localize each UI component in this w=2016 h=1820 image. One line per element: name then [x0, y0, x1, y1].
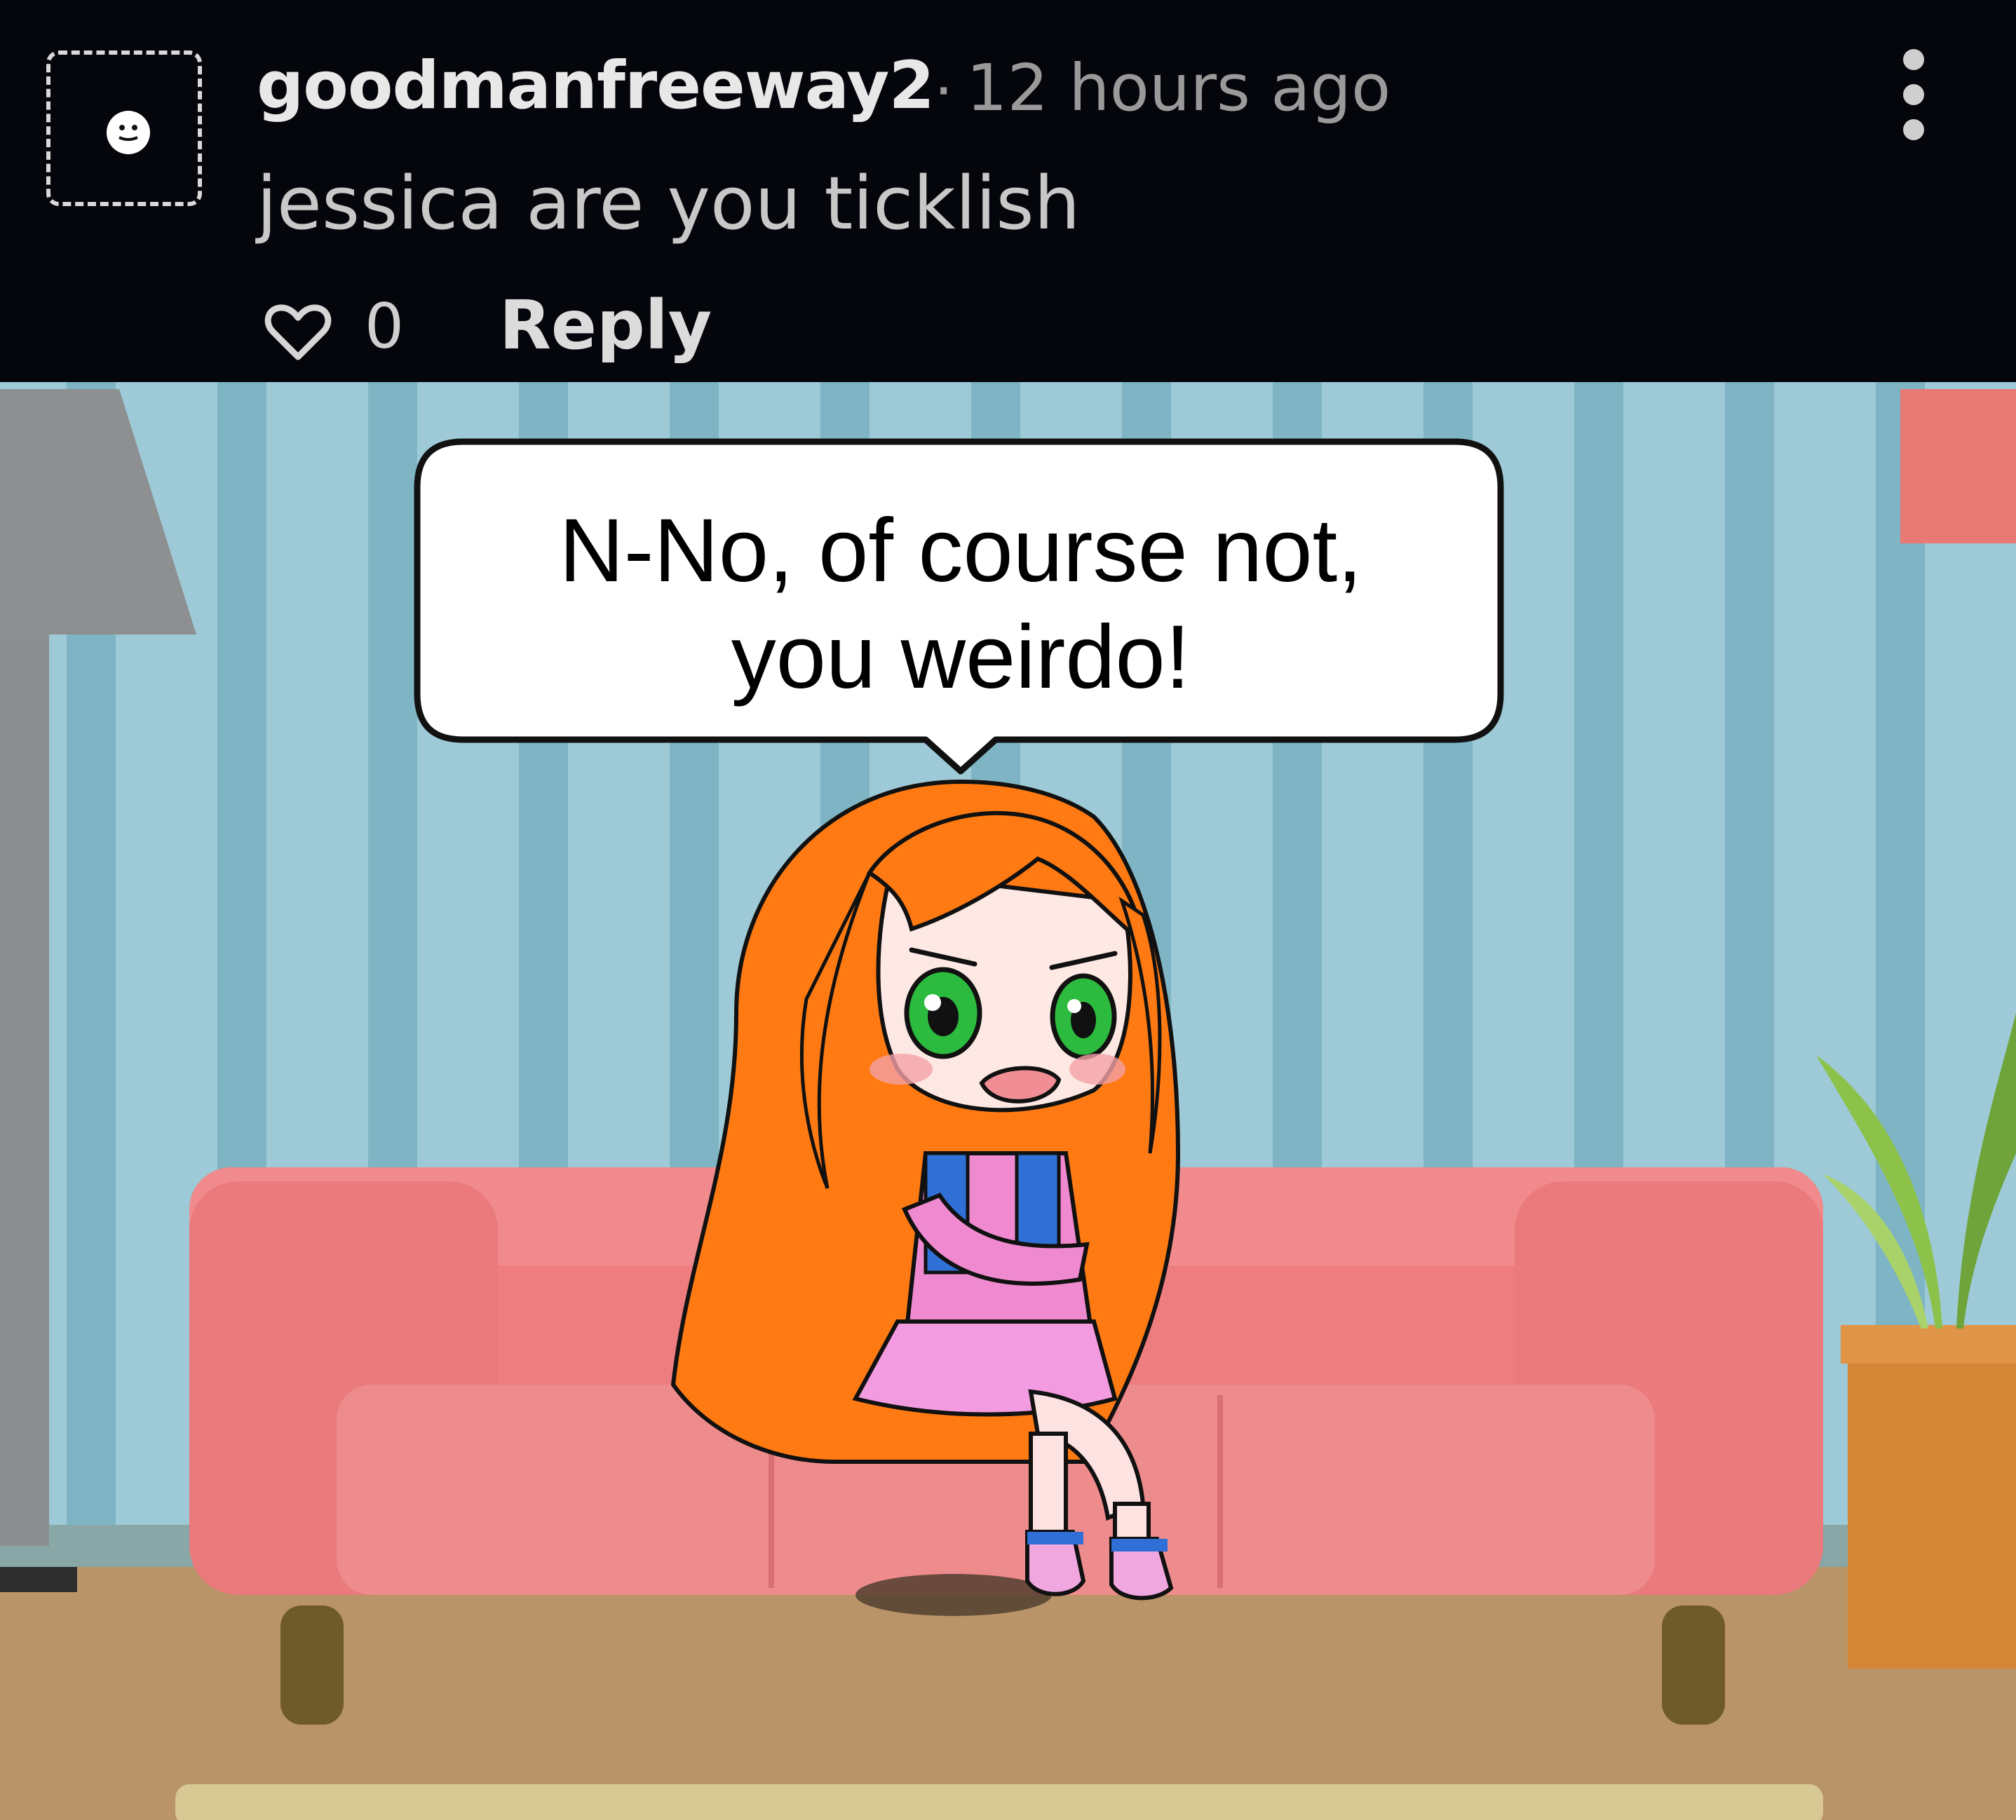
- speech-bubble-text: N-No, of course not, you weirdo!: [421, 498, 1501, 711]
- heart-outline-icon: [264, 304, 332, 360]
- speech-bubble-line-2: you weirdo!: [731, 607, 1191, 707]
- comment-body: jessica are you ticklish: [257, 161, 1081, 246]
- attached-image: N-No, of course not, you weirdo!: [0, 382, 2016, 1820]
- user-avatar[interactable]: [46, 50, 202, 206]
- smiley-avatar-icon: [107, 111, 150, 154]
- comment-timestamp: 12 hours ago: [966, 50, 1391, 125]
- like-button[interactable]: [263, 298, 333, 368]
- comment-header: goodmanfreeway2 · 12 hours ago jessica a…: [0, 0, 2016, 382]
- reply-button[interactable]: Reply: [499, 292, 712, 359]
- speech-bubble-line-1: N-No, of course not,: [559, 501, 1362, 601]
- like-count: 0: [365, 290, 404, 362]
- more-options-button[interactable]: [1886, 42, 1942, 147]
- comment-username[interactable]: goodmanfreeway2: [257, 53, 935, 119]
- more-vertical-icon: [1903, 49, 1924, 70]
- meta-separator: ·: [933, 49, 955, 123]
